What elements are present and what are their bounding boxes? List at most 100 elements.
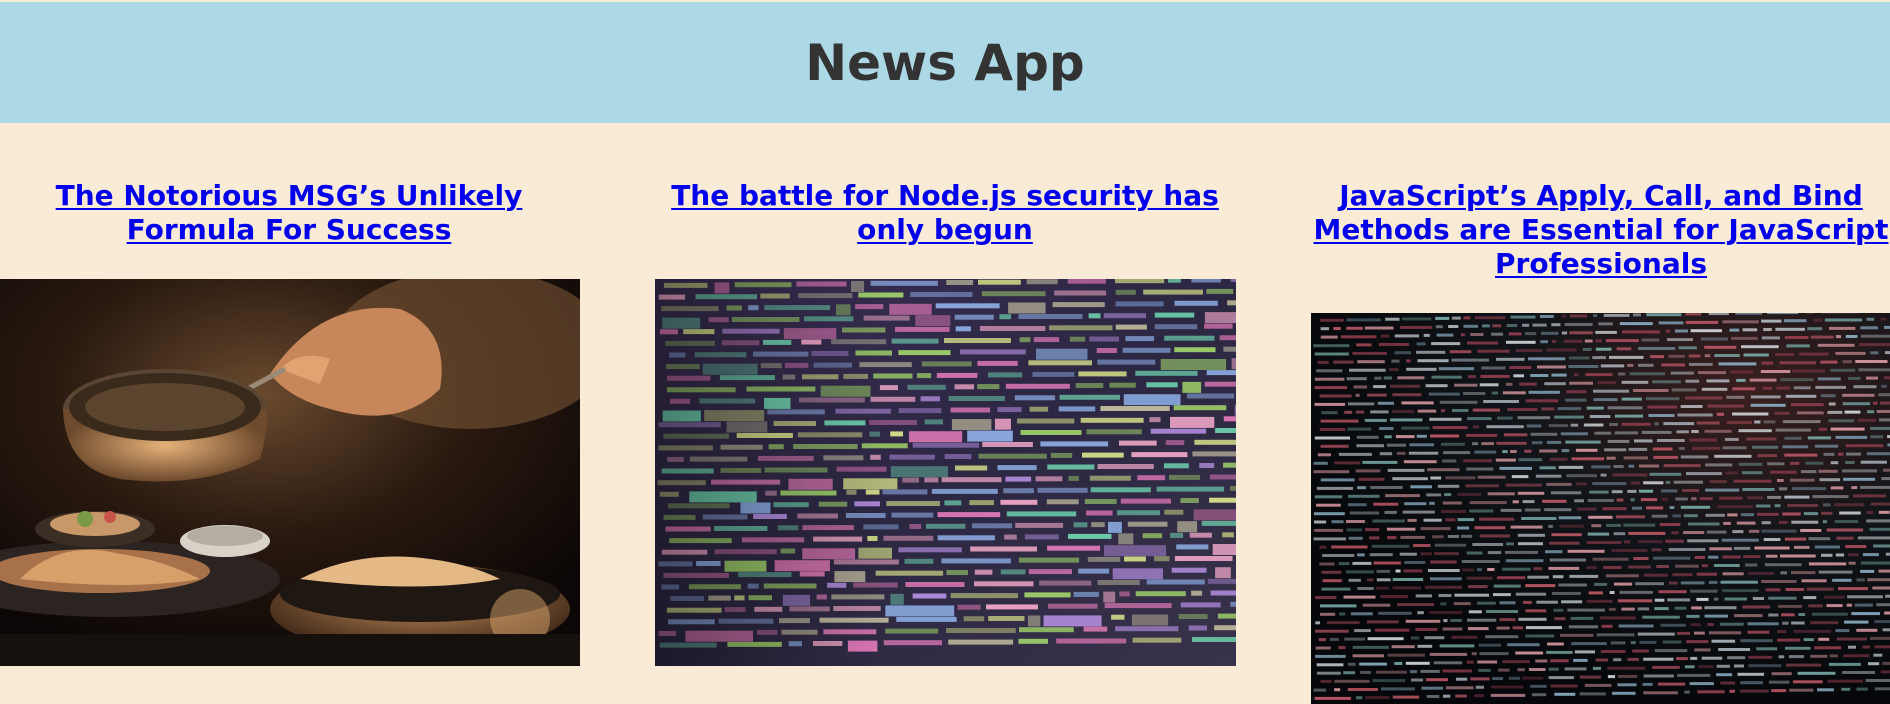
code-texture-block [1720, 681, 1736, 685]
code-texture-block [1868, 662, 1880, 666]
code-texture-block [1508, 676, 1521, 680]
code-texture-block [1608, 607, 1616, 611]
code-texture-block [1378, 343, 1410, 346]
code-texture-block [1697, 371, 1726, 375]
code-texture-block [1746, 437, 1777, 441]
code-texture-block [1708, 580, 1718, 584]
code-texture-block [1860, 460, 1887, 464]
code-texture-block [1320, 419, 1359, 423]
article-image-2[interactable] [655, 279, 1236, 666]
code-texture-block [1436, 333, 1454, 337]
code-texture-block [1467, 627, 1489, 631]
code-texture-block [1548, 667, 1559, 671]
code-texture-block [1329, 637, 1339, 641]
code-texture-block [1593, 389, 1630, 393]
article-link-1[interactable]: The Notorious MSG’s Unlikely Formula For… [56, 179, 523, 246]
code-texture-block [1424, 636, 1445, 640]
code-texture-block [1757, 512, 1779, 516]
code-texture-block [1502, 660, 1530, 664]
code-texture-block [1762, 386, 1773, 390]
code-texture-block [1316, 486, 1354, 490]
code-texture-block [1719, 496, 1743, 500]
code-texture-block [1707, 623, 1714, 626]
code-texture-block [1560, 432, 1589, 436]
article-link-2[interactable]: The battle for Node.js security has only… [671, 179, 1219, 246]
code-texture-block [1352, 351, 1387, 355]
code-texture-block [1367, 578, 1374, 582]
code-texture-block [1798, 613, 1805, 616]
code-texture-block [1749, 378, 1777, 382]
code-texture-block [1519, 382, 1537, 386]
code-texture-block [1550, 684, 1578, 688]
code-texture-block [1618, 372, 1626, 376]
code-texture-block [1704, 345, 1737, 349]
code-texture-block [1472, 408, 1500, 412]
code-texture-block [1761, 361, 1773, 365]
code-texture-block [1394, 351, 1412, 355]
code-texture-block [1824, 595, 1845, 599]
code-texture-block [1843, 477, 1876, 481]
code-texture-block [1592, 482, 1627, 486]
code-texture-block [1322, 554, 1355, 557]
code-texture-block [1789, 478, 1815, 482]
code-texture-block [1474, 450, 1497, 454]
code-texture-block [1469, 509, 1494, 513]
code-texture-block [1808, 537, 1831, 541]
code-texture-block [1764, 563, 1802, 567]
code-texture-block [1648, 414, 1675, 417]
code-texture-block [1678, 346, 1697, 350]
code-texture-block [1476, 568, 1482, 572]
code-texture-block [1708, 313, 1729, 316]
code-texture-block [1314, 352, 1349, 356]
code-texture-block [1784, 537, 1807, 541]
code-texture-block [1658, 590, 1687, 594]
code-texture-block [1313, 512, 1345, 516]
code-texture-block [1756, 647, 1778, 651]
code-texture-block [1576, 482, 1587, 486]
code-texture-block [1313, 344, 1350, 348]
code-texture-block [1470, 677, 1490, 681]
code-texture-block [1447, 535, 1460, 538]
code-texture-block [1724, 437, 1739, 441]
article-image-1[interactable] [0, 279, 580, 666]
code-texture-block [1730, 370, 1754, 374]
code-texture-block [1362, 603, 1391, 607]
code-texture-block [1878, 510, 1890, 514]
code-texture-block [1485, 635, 1519, 639]
article-image-3[interactable] [1311, 313, 1890, 704]
code-texture-block [1633, 389, 1669, 392]
code-texture-block [1827, 410, 1843, 414]
code-texture-block [1856, 687, 1868, 691]
code-texture-block [1372, 679, 1406, 683]
code-texture-block [1646, 313, 1682, 317]
code-texture-block [1365, 696, 1390, 700]
code-texture-block [1722, 446, 1747, 450]
code-texture-block [1818, 570, 1853, 574]
code-texture-block [1428, 569, 1460, 572]
code-texture-block [1717, 505, 1754, 509]
code-texture-block [1881, 384, 1887, 388]
code-texture-block [1690, 656, 1698, 660]
page-title: News App [805, 33, 1085, 92]
code-texture-block [1373, 385, 1386, 389]
code-texture-block [1475, 685, 1484, 689]
code-texture-block [1884, 351, 1890, 355]
code-texture-block [1357, 587, 1374, 590]
code-texture-block [1443, 451, 1471, 455]
code-texture-block [1574, 499, 1584, 503]
code-texture-block [1781, 613, 1795, 617]
code-texture-block [1355, 410, 1365, 414]
code-texture-block [1740, 639, 1773, 643]
code-texture-block [1399, 552, 1417, 556]
code-texture-block [1808, 604, 1823, 608]
code-texture-block [1404, 561, 1426, 564]
article-link-3[interactable]: JavaScript’s Apply, Call, and Bind Metho… [1314, 179, 1889, 280]
code-texture-block [1479, 383, 1499, 387]
code-texture-block [1823, 452, 1835, 456]
code-texture-block [1884, 325, 1890, 329]
code-texture-block [1453, 602, 1471, 606]
code-texture-block [1369, 536, 1380, 540]
code-texture-block [1654, 607, 1669, 611]
code-texture-block [1736, 521, 1756, 525]
code-texture-block [1673, 480, 1703, 484]
